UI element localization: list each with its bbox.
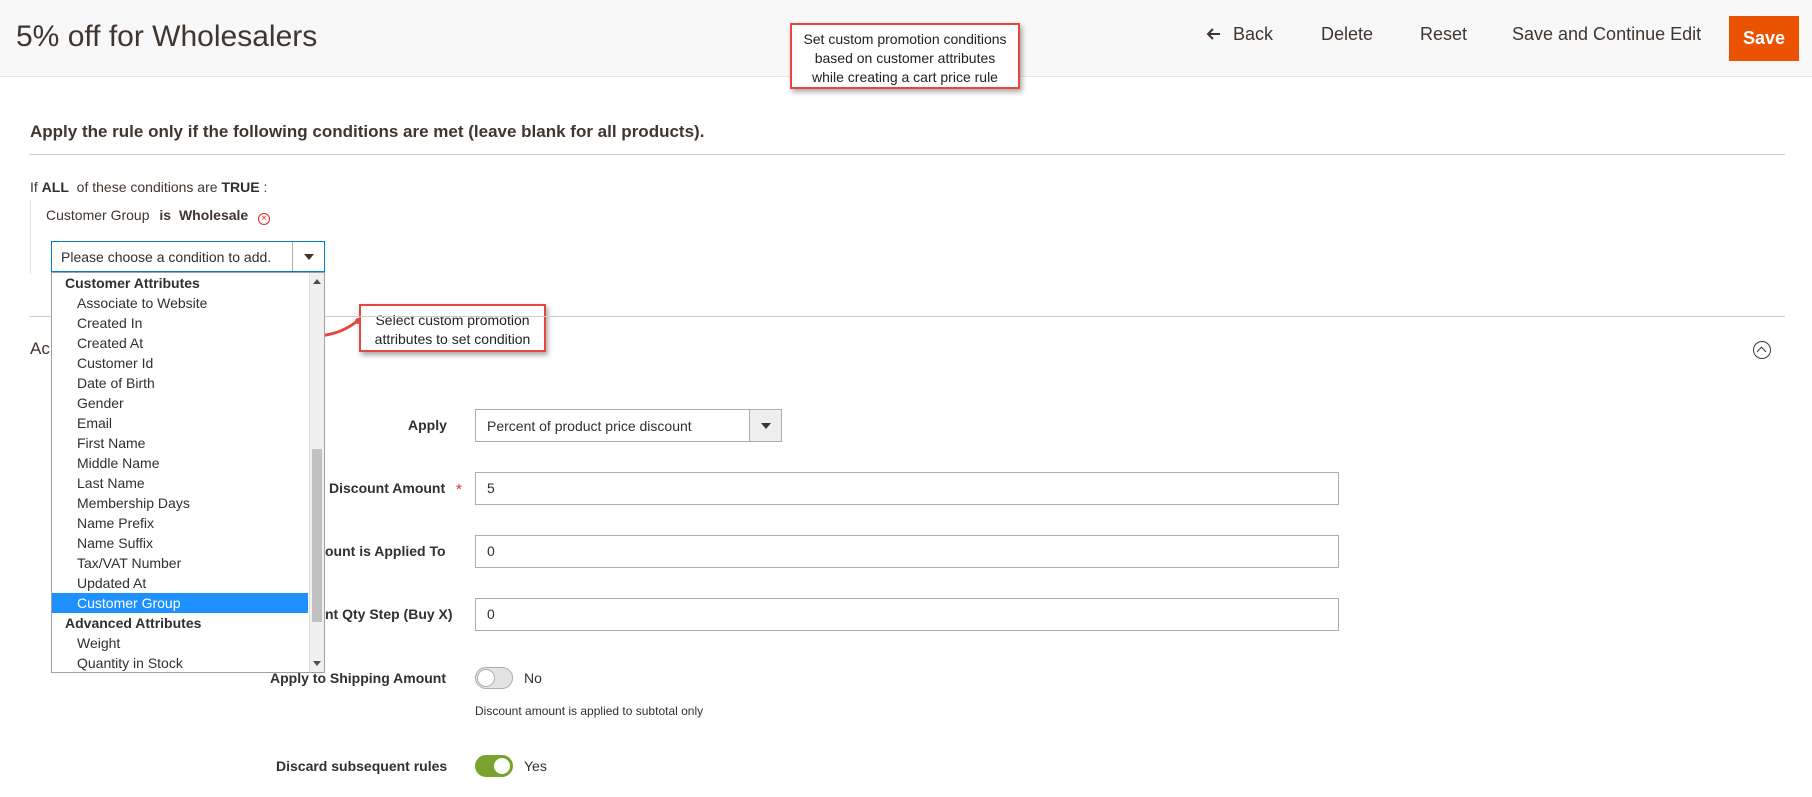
condition-tree-line — [30, 200, 31, 274]
dropdown-scrollbar[interactable] — [309, 273, 324, 672]
dropdown-option[interactable]: Last Name — [52, 473, 308, 493]
add-condition-select[interactable]: Please choose a condition to add. — [51, 241, 325, 272]
toggle-knob — [477, 669, 495, 687]
callout-custom-conditions: Set custom promotion conditions based on… — [790, 23, 1020, 89]
apply-select-value: Percent of product price discount — [487, 418, 692, 434]
collapse-icon[interactable] — [1753, 341, 1771, 359]
scroll-down-icon[interactable] — [313, 661, 321, 666]
apply-shipping-state: No — [524, 670, 542, 686]
discard-rules-label: Discard subsequent rules — [276, 758, 448, 774]
add-condition-placeholder: Please choose a condition to add. — [61, 249, 272, 265]
apply-select[interactable]: Percent of product price discount — [475, 409, 782, 442]
chevron-down-icon — [292, 242, 324, 271]
apply-shipping-toggle[interactable] — [475, 667, 513, 689]
aggregator-toggle[interactable]: ALL — [42, 179, 69, 195]
discount-amount-label: Discount Amount — [329, 480, 446, 496]
page-header: 5% off for Wholesalers Set custom promot… — [0, 0, 1812, 89]
arrow-left-icon — [1206, 28, 1220, 40]
max-qty-input[interactable]: 0 — [475, 535, 1339, 568]
value-toggle[interactable]: TRUE — [221, 179, 259, 195]
dropdown-option[interactable]: Associate to Website — [52, 293, 308, 313]
callout-line: Set custom promotion conditions — [803, 31, 1007, 47]
if-prefix: If — [30, 179, 38, 195]
dropdown-option[interactable]: Membership Days — [52, 493, 308, 513]
dropdown-option[interactable]: Middle Name — [52, 453, 308, 473]
dropdown-option[interactable]: Name Suffix — [52, 533, 308, 553]
condition-operator[interactable]: is — [159, 207, 171, 223]
conditions-heading: Apply the rule only if the following con… — [30, 122, 705, 141]
dropdown-option[interactable]: Tax/VAT Number — [52, 553, 308, 573]
dropdown-options: Customer Attributes Associate to Website C… — [52, 273, 308, 672]
page-title: 5% off for Wholesalers — [16, 20, 318, 53]
shipping-note: Discount amount is applied to subtotal o… — [475, 704, 704, 718]
apply-label: Apply — [408, 417, 447, 433]
dropdown-option[interactable]: Created In — [52, 313, 308, 333]
remove-condition-icon[interactable]: × — [258, 213, 271, 225]
condition-dropdown-list[interactable]: Customer Attributes Associate to Website C… — [51, 272, 325, 673]
dropdown-option[interactable]: Quantity in Stock — [52, 653, 308, 672]
toggle-knob — [493, 757, 511, 775]
actions-section-title[interactable]: Ac — [30, 339, 50, 359]
condition-aggregator-line: If ALL of these conditions are TRUE : — [30, 179, 267, 195]
condition-attribute: Customer Group — [46, 207, 150, 223]
callout-select-attributes: Select custom promotion attributes to se… — [359, 304, 546, 352]
dropdown-option[interactable]: Weight — [52, 633, 308, 653]
dropdown-option[interactable]: Email — [52, 413, 308, 433]
dropdown-option[interactable]: Created At — [52, 333, 308, 353]
dropdown-option[interactable]: Customer Id — [52, 353, 308, 373]
dropdown-option[interactable]: Date of Birth — [52, 373, 308, 393]
scrollbar-thumb[interactable] — [312, 449, 322, 622]
dropdown-option[interactable]: Gender — [52, 393, 308, 413]
colon: : — [263, 179, 268, 195]
dropdown-group-label: Customer Attributes — [65, 275, 200, 291]
required-asterisk: * — [456, 481, 462, 498]
dropdown-group-label: Advanced Attributes — [65, 615, 202, 631]
scroll-up-icon[interactable] — [313, 279, 321, 284]
discard-rules-toggle[interactable] — [475, 755, 513, 777]
qty-step-input[interactable]: 0 — [475, 598, 1339, 631]
dropdown-option[interactable]: Updated At — [52, 573, 308, 593]
delete-button[interactable]: Delete — [1321, 24, 1373, 45]
reset-button[interactable]: Reset — [1420, 24, 1467, 45]
discount-amount-input[interactable]: 5 — [475, 472, 1339, 505]
callout-line: while creating a cart price rule — [812, 69, 998, 85]
callout-line: Select custom promotion — [375, 312, 530, 328]
qty-step-label: nt Qty Step (Buy X) — [325, 606, 453, 622]
save-and-continue-button[interactable]: Save and Continue Edit — [1512, 24, 1701, 45]
chevron-down-icon — [749, 410, 781, 441]
back-button-label: Back — [1233, 24, 1274, 44]
dropdown-option[interactable]: First Name — [52, 433, 308, 453]
dropdown-option[interactable]: Customer Group — [52, 593, 308, 613]
of-these-text: of these conditions are — [76, 179, 218, 195]
condition-value[interactable]: Wholesale — [179, 207, 248, 223]
back-button[interactable]: Back — [1205, 24, 1273, 45]
max-qty-label: ount is Applied To — [325, 543, 446, 559]
callout-line: attributes to set condition — [374, 331, 531, 347]
discard-rules-state: Yes — [524, 758, 547, 774]
dropdown-option[interactable]: Name Prefix — [52, 513, 308, 533]
condition-item: Customer Group is Wholesale × — [46, 207, 271, 225]
save-button[interactable]: Save — [1729, 16, 1799, 61]
divider — [30, 154, 1785, 155]
callout-line: based on customer attributes — [814, 50, 996, 66]
